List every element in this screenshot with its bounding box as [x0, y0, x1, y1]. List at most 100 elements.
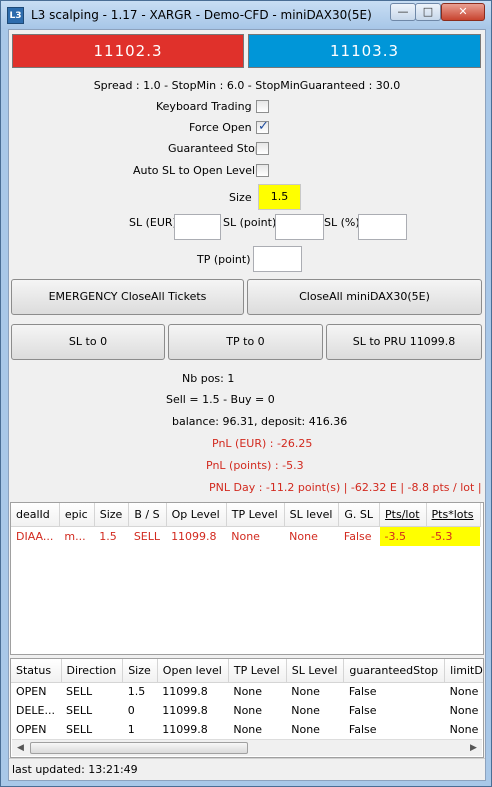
col-limit-distance[interactable]: limitDistan — [444, 659, 483, 683]
checkmark-icon: ✓ — [258, 119, 269, 134]
scrollbar-thumb[interactable] — [30, 742, 248, 754]
cell-guaranteed-stop: False — [348, 723, 377, 736]
scroll-left-icon[interactable]: ◀ — [12, 740, 29, 756]
col-pts-per-lot[interactable]: Pts/lot — [379, 503, 427, 527]
orders-header-row: Status Direction Size Open level TP Leve… — [11, 659, 483, 683]
close-button[interactable]: ✕ — [441, 3, 485, 21]
cell-direction: SELL — [66, 723, 93, 736]
cell-direction: SELL — [66, 685, 93, 699]
app-window: L3 L3 scalping - 1.17 - XARGR - Demo-CFD… — [0, 0, 492, 787]
sl-to-pru-button[interactable]: SL to PRU 11099.8 — [326, 324, 482, 360]
status-bar: last updated: 13:21:49 — [9, 758, 485, 780]
col-direction[interactable]: Direction — [61, 659, 124, 683]
orders-horizontal-scrollbar[interactable]: ◀ ▶ — [12, 739, 482, 756]
orders-grid[interactable]: Status Direction Size Open level TP Leve… — [10, 658, 484, 758]
col-tp-level[interactable]: TP Level — [226, 503, 285, 527]
cell-tp-level: None — [233, 704, 263, 717]
col-guaranteed-stop[interactable]: guaranteedStop — [343, 659, 446, 683]
force-open-checkbox[interactable]: ✓ — [256, 119, 269, 134]
sl-percent-input[interactable] — [358, 214, 407, 240]
col-guaranteed-sl[interactable]: G. SL — [338, 503, 381, 527]
bid-price-button[interactable]: 11102.3 — [12, 34, 244, 68]
cell-buy-sell: SELL — [133, 529, 161, 543]
cell-direction: SELL — [66, 704, 93, 717]
cell-pts-per-lot: -3.5 — [379, 526, 427, 546]
positions-header-row: dealId epic Size B / S Op Level TP Level… — [11, 503, 481, 527]
col-status[interactable]: Status — [11, 659, 62, 683]
cell-open-level: 11099.8 — [162, 723, 208, 736]
app-icon: L3 — [7, 7, 24, 24]
col-deal-id[interactable]: dealId — [11, 503, 60, 527]
sl-point-input[interactable] — [275, 214, 324, 240]
col-pts-times-lots[interactable]: Pts*lots — [426, 503, 481, 527]
sell-buy-summary: Sell = 1.5 - Buy = 0 — [166, 393, 275, 406]
pnl-points: PnL (points) : -5.3 — [206, 459, 304, 472]
last-updated: last updated: 13:21:49 — [12, 763, 138, 776]
position-row[interactable]: DIAA... m... 1.5 SELL 11099.8 None None … — [11, 526, 481, 546]
col-epic[interactable]: epic — [59, 503, 95, 527]
auto-sl-checkbox[interactable] — [256, 164, 269, 177]
cell-guaranteed-stop: False — [348, 704, 377, 717]
pnl-eur: PnL (EUR) : -26.25 — [212, 437, 313, 450]
col-sl-level[interactable]: SL level — [284, 503, 340, 527]
pnl-day: PNL Day : -11.2 point(s) | -62.32 E | -8… — [209, 481, 485, 494]
ask-price-button[interactable]: 11103.3 — [248, 34, 481, 68]
close-all-instrument-button[interactable]: CloseAll miniDAX30(5E) — [247, 279, 482, 315]
cell-tp-level: None — [231, 529, 260, 543]
force-open-label: Force Open — [189, 121, 252, 134]
col-tp-level[interactable]: TP Level — [228, 659, 287, 683]
keyboard-trading-checkbox[interactable] — [256, 100, 269, 113]
tp-to-zero-button[interactable]: TP to 0 — [168, 324, 323, 360]
guaranteed-stop-checkbox[interactable] — [256, 142, 269, 155]
positions-grid[interactable]: dealId epic Size B / S Op Level TP Level… — [10, 502, 484, 655]
keyboard-trading-label: Keyboard Trading — [156, 100, 252, 113]
cell-limit-distance: None — [449, 723, 479, 736]
cell-sl-level: None — [291, 704, 320, 717]
order-row[interactable]: OPEN SELL 1 11099.8 None None False None — [11, 720, 483, 739]
sl-percent-label: SL (%) — [324, 216, 360, 229]
maximize-button[interactable]: □ — [415, 3, 441, 21]
order-row[interactable]: DELE... SELL 0 11099.8 None None False N… — [11, 701, 483, 720]
title-bar[interactable]: L3 L3 scalping - 1.17 - XARGR - Demo-CFD… — [1, 1, 491, 29]
tp-point-input[interactable] — [253, 246, 302, 272]
spread-info: Spread : 1.0 - StopMin : 6.0 - StopMinGu… — [93, 79, 401, 92]
client-area: 11102.3 11103.3 Spread : 1.0 - StopMin :… — [8, 29, 486, 781]
tp-point-label: TP (point) — [197, 253, 251, 266]
cell-open-level: 11099.8 — [162, 704, 208, 717]
auto-sl-label: Auto SL to Open Level — [133, 164, 256, 177]
cell-open-level: 11099.8 — [162, 685, 208, 699]
col-sl-level[interactable]: SL Level — [286, 659, 345, 683]
size-label: Size — [229, 191, 252, 204]
cell-pts-times-lots: -5.3 — [426, 526, 481, 546]
col-size[interactable]: Size — [94, 503, 130, 527]
col-op-level[interactable]: Op Level — [166, 503, 227, 527]
cell-size: 0 — [127, 704, 135, 717]
emergency-close-all-button[interactable]: EMERGENCY CloseAll Tickets — [11, 279, 244, 315]
sl-eur-input[interactable] — [174, 214, 221, 240]
sl-eur-label: SL (EUR) — [129, 216, 177, 229]
cell-size: 1.5 — [99, 529, 117, 543]
cell-status: OPEN — [16, 685, 47, 699]
cell-limit-distance: None — [449, 704, 479, 717]
size-input[interactable]: 1.5 — [258, 184, 301, 210]
window-title: L3 scalping - 1.17 - XARGR - Demo-CFD - … — [31, 8, 372, 22]
cell-epic: m... — [64, 529, 86, 543]
scroll-right-icon[interactable]: ▶ — [465, 740, 482, 756]
order-row[interactable]: OPEN SELL 1.5 11099.8 None None False No… — [11, 682, 483, 701]
cell-size: 1.5 — [127, 685, 146, 699]
cell-status: OPEN — [16, 723, 47, 736]
col-open-level[interactable]: Open level — [157, 659, 229, 683]
balance-deposit: balance: 96.31, deposit: 416.36 — [172, 415, 348, 428]
sl-to-zero-button[interactable]: SL to 0 — [11, 324, 165, 360]
cell-tp-level: None — [233, 723, 263, 736]
col-size[interactable]: Size — [122, 659, 158, 683]
guaranteed-stop-label: Guaranteed Stop — [168, 142, 262, 155]
cell-sl-level: None — [291, 685, 320, 699]
cell-size: 1 — [127, 723, 135, 736]
minimize-button[interactable]: — — [390, 3, 416, 21]
cell-guaranteed-sl: False — [343, 529, 372, 543]
col-buy-sell[interactable]: B / S — [128, 503, 167, 527]
cell-sl-level: None — [289, 529, 318, 543]
cell-guaranteed-stop: False — [348, 685, 377, 699]
cell-deal-id: DIAA... — [16, 529, 54, 543]
